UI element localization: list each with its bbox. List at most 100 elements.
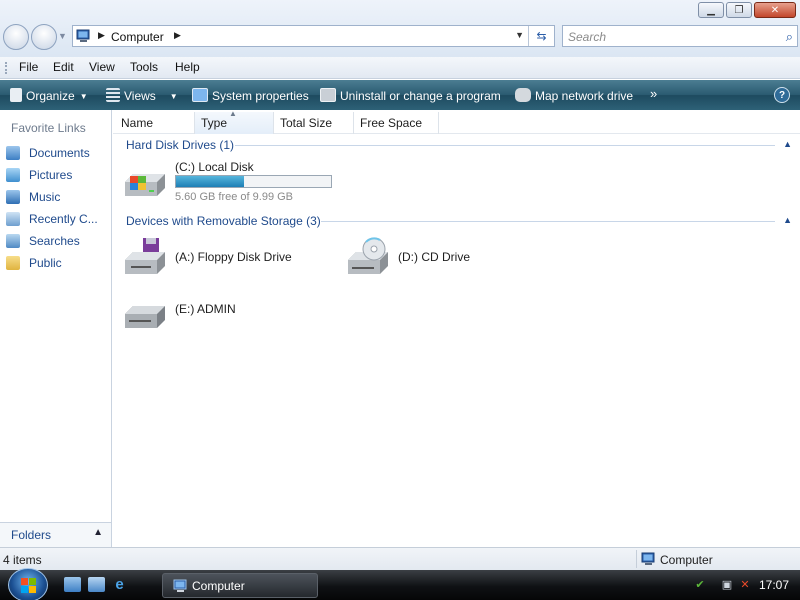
collapse-chevron-icon[interactable]: ▲	[783, 139, 792, 149]
column-headers: Name ▲ Type Total Size Free Space	[113, 109, 800, 134]
group-divider	[235, 145, 775, 146]
help-icon[interactable]: ?	[774, 87, 790, 103]
sidebar-item-public[interactable]: Public	[6, 254, 62, 272]
group-header-removable-storage[interactable]: Devices with Removable Storage (3)	[126, 214, 321, 228]
floppy-drive-icon	[125, 238, 165, 274]
menu-help[interactable]: Help	[175, 60, 200, 74]
more-commands-icon[interactable]: »	[650, 86, 657, 101]
address-bar[interactable]: ▶ Computer ▶ ▼ ⇆	[72, 25, 555, 47]
taskbar-item-label: Computer	[192, 579, 245, 593]
group-divider	[321, 221, 775, 222]
drive-name: (D:) CD Drive	[398, 250, 470, 264]
recently-changed-icon	[6, 212, 20, 226]
sidebar-item-label: Searches	[29, 234, 80, 248]
search-input[interactable]: Search	[568, 30, 606, 44]
sidebar-item-recently-changed[interactable]: Recently C...	[6, 210, 98, 228]
computer-icon	[173, 579, 187, 592]
drive-name: (A:) Floppy Disk Drive	[175, 250, 292, 264]
favorite-links-heading: Favorite Links	[11, 121, 86, 135]
collapse-chevron-icon[interactable]: ▲	[783, 215, 792, 225]
drive-item-local-disk[interactable]: (C:) Local Disk 5.60 GB free of 9.99 GB	[121, 158, 341, 208]
chevron-down-icon: ▼	[169, 92, 178, 101]
system-properties-button[interactable]: System properties	[192, 88, 309, 103]
windows-logo-icon	[21, 578, 36, 593]
drive-item-floppy[interactable]: (A:) Floppy Disk Drive	[121, 234, 331, 280]
menu-tools[interactable]: Tools	[130, 60, 158, 74]
sidebar-item-pictures[interactable]: Pictures	[6, 166, 72, 184]
drive-item-admin[interactable]: (E:) ADMIN	[121, 296, 331, 336]
menu-edit[interactable]: Edit	[53, 60, 74, 74]
window-controls: ▁ ❐ ✕	[698, 2, 796, 18]
breadcrumb-separator-icon[interactable]: ▶	[98, 30, 105, 41]
maximize-button[interactable]: ❐	[726, 2, 752, 18]
folders-toggle[interactable]: Folders ▲	[0, 522, 111, 547]
searches-icon	[6, 234, 20, 248]
menu-view[interactable]: View	[89, 60, 115, 74]
column-header-type[interactable]: ▲ Type	[195, 109, 274, 134]
status-bar: 4 items Computer	[0, 547, 800, 570]
sidebar-item-music[interactable]: Music	[6, 188, 60, 206]
menu-file[interactable]: File	[19, 60, 38, 74]
views-label: Views	[124, 89, 156, 103]
sidebar-item-searches[interactable]: Searches	[6, 232, 80, 250]
command-bar: Organize ▼ Views ▼ System properties Unins…	[0, 80, 800, 110]
taskbar-item-computer[interactable]: Computer	[162, 573, 318, 598]
removable-drive-icon	[125, 306, 165, 328]
status-divider	[636, 550, 637, 568]
views-button[interactable]: Views ▼	[106, 88, 178, 103]
map-network-drive-button[interactable]: Map network drive	[515, 88, 633, 103]
drive-usage-bar	[175, 175, 332, 188]
music-icon	[6, 190, 20, 204]
drive-item-cd[interactable]: (D:) CD Drive	[344, 234, 554, 280]
sort-arrow-icon: ▲	[229, 109, 237, 118]
close-button[interactable]: ✕	[754, 2, 796, 18]
sidebar-item-label: Recently C...	[29, 212, 98, 226]
item-count: 4 items	[3, 553, 42, 567]
menu-grip	[5, 62, 7, 74]
column-header-name[interactable]: Name	[115, 112, 195, 134]
breadcrumb-computer[interactable]: Computer	[111, 30, 164, 44]
internet-explorer-icon[interactable]: e	[111, 577, 128, 592]
start-button[interactable]	[8, 568, 48, 600]
column-header-free-space[interactable]: Free Space	[354, 112, 439, 134]
organize-button[interactable]: Organize ▼	[10, 88, 88, 103]
computer-icon	[76, 29, 90, 42]
uninstall-program-button[interactable]: Uninstall or change a program	[320, 88, 501, 103]
pictures-icon	[6, 168, 20, 182]
chevron-up-icon: ▲	[93, 527, 103, 538]
back-button[interactable]	[3, 24, 29, 50]
switch-windows-icon[interactable]	[88, 577, 105, 592]
sidebar-item-documents[interactable]: Documents	[6, 144, 90, 162]
minimize-button[interactable]: ▁	[698, 2, 724, 18]
show-desktop-icon[interactable]	[64, 577, 81, 592]
group-header-hard-disk-drives[interactable]: Hard Disk Drives (1)	[126, 138, 234, 152]
menu-bar: File Edit View Tools Help	[0, 57, 800, 79]
column-header-type-label: Type	[201, 116, 228, 130]
column-header-total-size[interactable]: Total Size	[274, 112, 354, 134]
refresh-icon[interactable]: ⇆	[528, 26, 554, 46]
volume-muted-icon[interactable]: ✕	[738, 578, 752, 592]
computer-icon	[641, 552, 655, 565]
drive-usage-fill	[176, 176, 245, 187]
search-box[interactable]: Search ⌕	[562, 25, 798, 47]
recent-pages-dropdown-icon[interactable]: ▼	[58, 31, 67, 41]
sidebar-item-label: Documents	[29, 146, 90, 160]
organize-icon	[10, 88, 22, 102]
network-drive-icon	[515, 88, 531, 102]
drive-free-space-text: 5.60 GB free of 9.99 GB	[175, 191, 294, 203]
breadcrumb-separator-icon[interactable]: ▶	[174, 30, 181, 41]
folder-icon	[6, 256, 20, 270]
drive-name: (E:) ADMIN	[175, 302, 236, 316]
navigation-pane: Favorite Links Documents Pictures Music …	[0, 110, 112, 547]
clock[interactable]: 17:07	[759, 578, 789, 592]
search-icon[interactable]: ⌕	[786, 29, 793, 45]
address-dropdown-icon[interactable]: ▼	[515, 30, 524, 40]
sidebar-item-label: Pictures	[29, 168, 73, 182]
folders-label: Folders	[11, 528, 52, 542]
documents-icon	[6, 146, 20, 160]
security-center-icon[interactable]: ✔	[693, 578, 707, 592]
network-icon[interactable]: ▣	[720, 578, 734, 592]
forward-button[interactable]	[31, 24, 57, 50]
uninstall-label: Uninstall or change a program	[340, 89, 501, 103]
file-list-pane: Name ▲ Type Total Size Free Space Hard D…	[113, 109, 800, 547]
